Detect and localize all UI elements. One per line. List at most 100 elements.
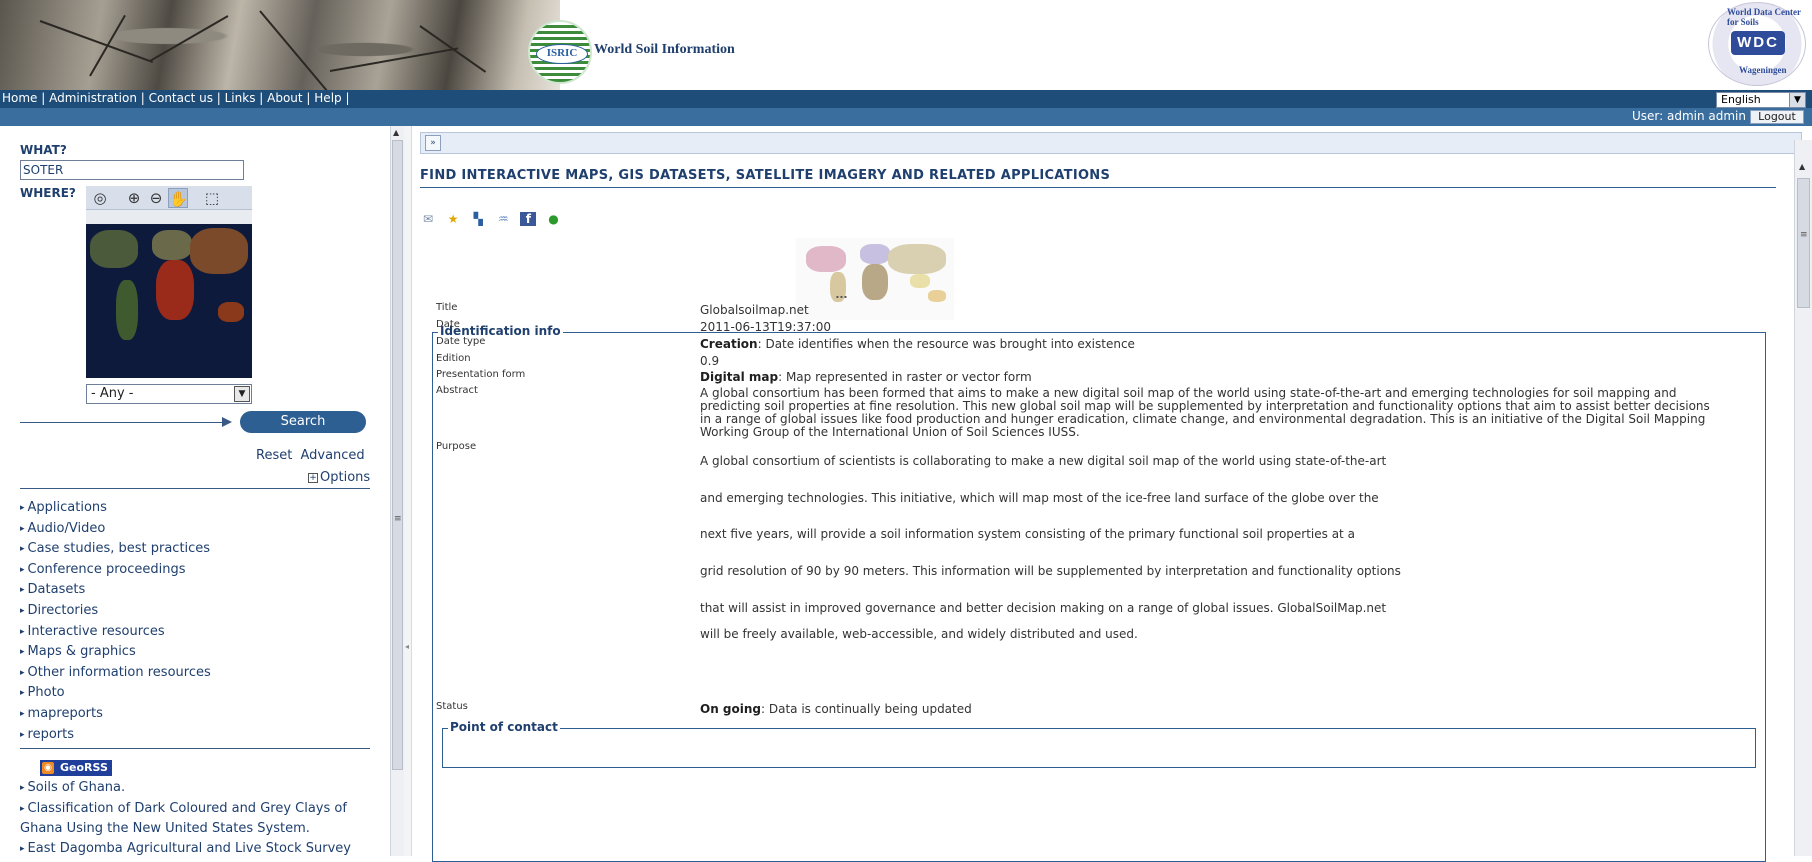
site-title: World Soil Information <box>594 42 735 57</box>
nav-about[interactable]: About <box>267 91 302 105</box>
category-item[interactable]: Other information resources <box>20 663 211 684</box>
scroll-up-icon[interactable]: ▲ <box>1799 162 1805 171</box>
rss-item[interactable]: Classification of Dark Coloured and Grey… <box>20 799 360 838</box>
contact-fieldset <box>442 728 1756 768</box>
arrow-right-icon <box>222 417 232 427</box>
nav-links-item[interactable]: Links <box>225 91 256 105</box>
presentation-label: Presentation form <box>436 369 526 380</box>
advanced-link[interactable]: Advanced <box>300 448 364 463</box>
chevron-down-icon: ▼ <box>1789 93 1805 107</box>
nav-help[interactable]: Help <box>314 91 341 105</box>
scroll-thumb[interactable] <box>1797 178 1810 308</box>
category-item[interactable]: Photo <box>20 683 211 704</box>
abstract-label: Abstract <box>436 385 478 396</box>
rss-item[interactable]: East Dagomba Agricultural and Live Stock… <box>20 839 360 859</box>
results-toolbar: » <box>420 132 1802 154</box>
what-search-input[interactable]: SOTER <box>20 160 244 180</box>
edition-label: Edition <box>436 353 471 364</box>
category-item[interactable]: Audio/Video <box>20 519 211 540</box>
expand-plus-icon: + <box>308 473 318 483</box>
nav-separator: | <box>136 91 149 105</box>
where-label: WHERE? <box>20 186 76 200</box>
scroll-thumb[interactable] <box>392 140 403 770</box>
logout-button[interactable]: Logout <box>1750 110 1804 124</box>
divider <box>20 488 370 489</box>
user-info: User: admin admin <box>1631 109 1746 123</box>
map-toolbar: ◎ ⊕ ⊖ ✋ ⬚ <box>86 186 252 210</box>
site-banner: ISRIC World Soil Information World Data … <box>0 0 1812 96</box>
category-item[interactable]: Maps & graphics <box>20 642 211 663</box>
nav-home[interactable]: Home <box>2 91 37 105</box>
options-label: Options <box>320 470 371 485</box>
datetype-value: Creation: Date identifies when the resou… <box>700 338 1720 351</box>
world-map[interactable] <box>86 210 252 378</box>
language-select[interactable]: English ▼ <box>1716 92 1806 108</box>
category-item[interactable]: Datasets <box>20 580 211 601</box>
category-item[interactable]: Applications <box>20 498 211 519</box>
nav-separator: | <box>302 91 315 105</box>
contact-title: Point of contact <box>448 720 560 734</box>
category-list: Applications Audio/Video Case studies, b… <box>20 498 211 745</box>
rss-item[interactable]: Soils of Ghana. <box>20 778 360 798</box>
title-value: Globalsoilmap.net <box>700 303 809 317</box>
reset-link[interactable]: Reset <box>256 448 292 463</box>
purpose-line: A global consortium of scientists is col… <box>700 454 1387 468</box>
region-select[interactable]: - Any - ▼ <box>86 384 252 404</box>
stumbleupon-icon[interactable]: ● <box>545 212 561 226</box>
options-toggle[interactable]: + Options <box>308 470 370 485</box>
edition-value: 0.9 <box>700 354 720 368</box>
scroll-up-icon[interactable]: ▲ <box>393 128 399 137</box>
facebook-icon[interactable]: f <box>520 211 537 226</box>
title-label: Title <box>436 302 458 313</box>
nav-administration[interactable]: Administration <box>49 91 137 105</box>
category-item[interactable]: Interactive resources <box>20 622 211 643</box>
purpose-label: Purpose <box>436 441 477 452</box>
favorite-star-icon[interactable]: ★ <box>445 212 461 226</box>
user-bar: User: admin admin Logout <box>0 108 1812 126</box>
wdc-logo[interactable]: World Data Center for Soils WDC Wagening… <box>1708 2 1806 86</box>
purpose-line: next five years, will provide a soil inf… <box>700 527 1355 541</box>
page-title: FIND INTERACTIVE MAPS, GIS DATASETS, SAT… <box>420 168 1776 188</box>
select-box-icon[interactable]: ⬚ <box>202 188 222 208</box>
main-panel: » FIND INTERACTIVE MAPS, GIS DATASETS, S… <box>412 126 1812 862</box>
delicious-icon[interactable]: ▚ <box>470 212 486 226</box>
content-scrollbar[interactable]: ▲ ≡ <box>1794 140 1812 856</box>
wdc-logo-text: WDC <box>1731 31 1785 55</box>
language-value: English <box>1721 93 1761 106</box>
sidebar-scrollbar[interactable]: ▲ ≡ <box>390 126 404 856</box>
date-label: Date <box>436 319 460 330</box>
status-bold: On going <box>700 702 762 716</box>
pan-hand-icon[interactable]: ✋ <box>168 188 188 208</box>
date-value: 2011-06-13T19:37:00 <box>700 320 831 334</box>
collapse-chevron-icon[interactable]: » <box>425 135 441 151</box>
email-icon[interactable]: ✉ <box>420 212 436 226</box>
search-pointer-line <box>20 422 226 423</box>
category-item[interactable]: reports <box>20 725 211 746</box>
category-item[interactable]: mapreports <box>20 704 211 725</box>
isric-logo[interactable]: ISRIC <box>528 20 592 84</box>
isric-logo-text: ISRIC <box>536 44 588 64</box>
presentation-rest: : Map represented in raster or vector fo… <box>778 370 1032 384</box>
zoom-world-icon[interactable]: ◎ <box>90 188 110 208</box>
status-label: Status <box>436 701 468 712</box>
zoom-out-icon[interactable]: ⊖ <box>146 188 166 208</box>
category-item[interactable]: Conference proceedings <box>20 560 211 581</box>
panel-splitter[interactable]: ◂ <box>404 126 412 856</box>
category-item[interactable]: Case studies, best practices <box>20 539 211 560</box>
nav-contact-us[interactable]: Contact us <box>149 91 213 105</box>
purpose-line: that will assist in improved governance … <box>700 601 1387 615</box>
zoom-in-icon[interactable]: ⊕ <box>124 188 144 208</box>
datetype-rest: : Date identifies when the resource was … <box>757 337 1135 351</box>
splitter-arrow-icon: ◂ <box>405 642 410 651</box>
wdc-arc-top: World Data Center for Soils <box>1727 7 1801 27</box>
status-rest: : Data is continually being updated <box>761 702 972 716</box>
digg-icon[interactable]: ♒ <box>495 212 511 226</box>
purpose-line: will be freely available, web-accessible… <box>700 627 1138 641</box>
banner-soil-image <box>0 0 560 96</box>
presentation-value: Digital map: Map represented in raster o… <box>700 371 1720 384</box>
category-item[interactable]: Directories <box>20 601 211 622</box>
search-button[interactable]: Search <box>240 411 366 433</box>
status-value: On going: Data is continually being upda… <box>700 703 1720 716</box>
georss-badge[interactable]: ◉ GeoRSS <box>40 760 112 776</box>
purpose-line: and emerging technologies. This initiati… <box>700 491 1379 505</box>
